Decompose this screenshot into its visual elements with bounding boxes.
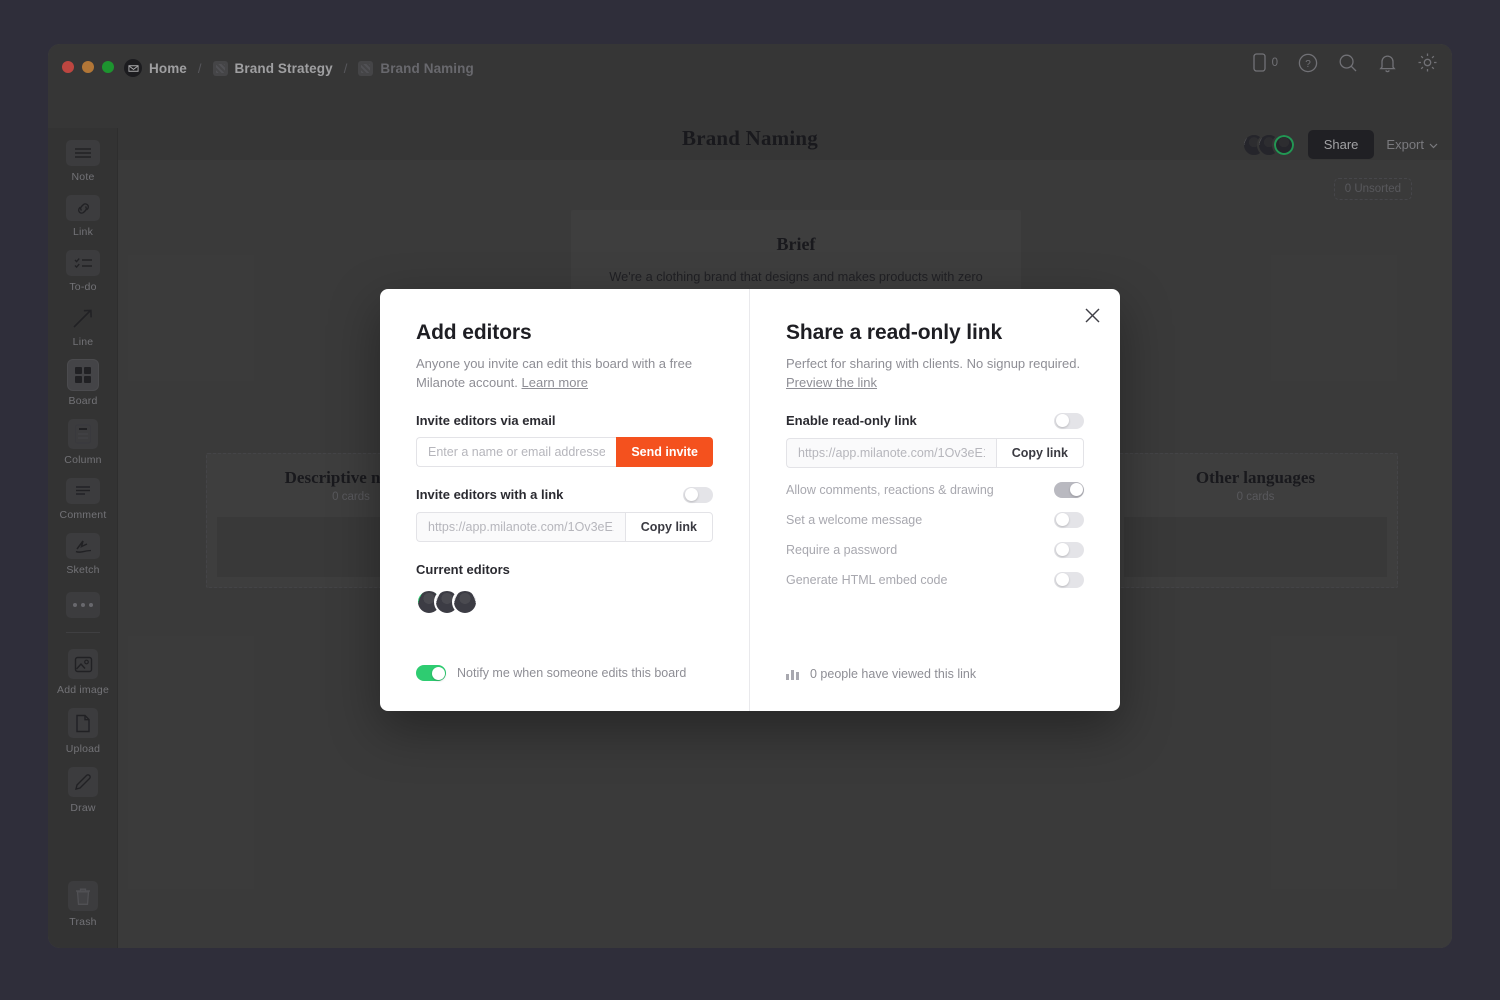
invite-link-toggle[interactable] [683,486,713,503]
read-only-link-input[interactable] [786,437,996,468]
send-invite-button[interactable]: Send invite [616,436,713,467]
read-only-description-text: Perfect for sharing with clients. No sig… [786,356,1081,371]
notify-label: Notify me when someone edits this board [457,666,687,680]
copy-invite-link-button[interactable]: Copy link [624,511,713,542]
option-row-embed-code: Generate HTML embed code [786,571,1084,588]
close-icon[interactable] [1080,303,1104,327]
add-editors-description: Anyone you invite can edit this board wi… [416,355,713,393]
option-toggle-password[interactable] [1054,541,1084,558]
invite-email-group: Send invite [416,436,713,467]
learn-more-link[interactable]: Learn more [522,375,588,390]
copy-read-only-link-button[interactable]: Copy link [995,437,1084,468]
share-modal: Add editors Anyone you invite can edit t… [380,289,1120,711]
option-label-comments: Allow comments, reactions & drawing [786,482,994,497]
option-label-password: Require a password [786,542,898,557]
notify-toggle[interactable] [416,665,446,681]
invite-email-input[interactable] [416,436,617,467]
option-row-comments: Allow comments, reactions & drawing [786,481,1084,498]
bar-chart-icon [786,668,799,680]
avatar[interactable] [452,588,478,615]
add-editors-pane: Add editors Anyone you invite can edit t… [380,289,750,711]
invite-email-label: Invite editors via email [416,412,556,428]
option-toggle-embed-code[interactable] [1054,571,1084,588]
notify-row: Notify me when someone edits this board [416,665,686,681]
read-only-description: Perfect for sharing with clients. No sig… [786,355,1084,393]
option-row-password: Require a password [786,541,1084,558]
read-only-link-pane: Share a read-only link Perfect for shari… [750,289,1120,711]
enable-read-only-label: Enable read-only link [786,413,917,429]
add-editors-title: Add editors [416,321,532,344]
views-row: 0 people have viewed this link [786,667,976,681]
enable-read-only-row: Enable read-only link [786,412,1084,429]
option-row-welcome-message: Set a welcome message [786,511,1084,528]
enable-read-only-toggle[interactable] [1054,412,1084,429]
views-text: 0 people have viewed this link [810,667,977,681]
option-label-welcome-message: Set a welcome message [786,512,923,527]
invite-link-input[interactable] [416,511,625,542]
read-only-link-group: Copy link [786,437,1084,468]
option-toggle-comments[interactable] [1054,481,1084,498]
current-editors-avatars [416,588,713,615]
invite-link-group: Copy link [416,511,713,542]
read-only-title: Share a read-only link [786,321,1003,344]
current-editors-label: Current editors [416,561,510,577]
invite-link-row: Invite editors with a link [416,486,713,503]
preview-link[interactable]: Preview the link [786,375,877,390]
option-toggle-welcome-message[interactable] [1054,511,1084,528]
option-label-embed-code: Generate HTML embed code [786,572,948,587]
invite-link-label: Invite editors with a link [416,487,564,503]
